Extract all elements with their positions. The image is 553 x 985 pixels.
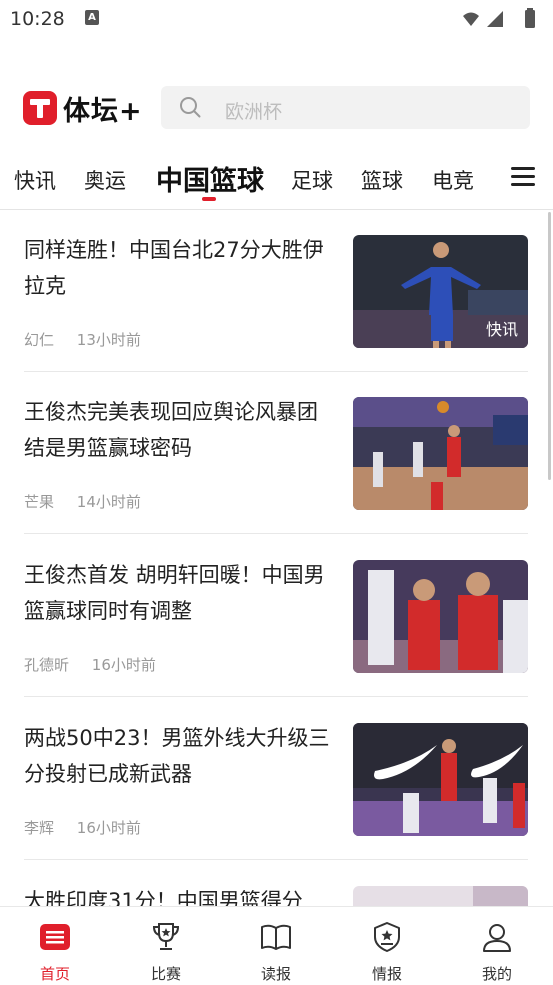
- menu-icon[interactable]: [511, 167, 535, 187]
- nav-mine[interactable]: 我的: [442, 907, 552, 985]
- news-feed: 同样连胜！中国台北27分大胜伊拉克 幻仁 13小时前 快讯 王俊杰完美表现回应舆…: [0, 210, 553, 906]
- news-meta: 幻仁 13小时前: [24, 329, 141, 350]
- news-title: 同样连胜！中国台北27分大胜伊拉克: [24, 238, 324, 298]
- battery-icon: [525, 10, 535, 28]
- tab-aoyun[interactable]: 奥运: [84, 165, 126, 195]
- news-time: 13小时前: [76, 331, 141, 349]
- news-meta: 芒果 14小时前: [24, 491, 141, 512]
- search-placeholder: 欧洲杯: [225, 101, 283, 123]
- news-item[interactable]: 同样连胜！中国台北27分大胜伊拉克 幻仁 13小时前 快讯: [0, 210, 553, 372]
- nav-read-paper[interactable]: 读报: [221, 907, 331, 985]
- logo-icon: [23, 91, 57, 125]
- tab-esports[interactable]: 电竞: [432, 165, 474, 195]
- wifi-icon: [463, 12, 479, 26]
- news-time: 16小时前: [76, 819, 141, 837]
- bottom-nav: 首页 比赛 读报 情报 我的: [0, 906, 553, 985]
- news-thumbnail: 快讯: [353, 235, 528, 348]
- nav-home[interactable]: 首页: [0, 907, 110, 985]
- app-logo[interactable]: 体坛+: [23, 90, 143, 127]
- search-input[interactable]: 欧洲杯: [161, 86, 530, 129]
- news-badge: 快讯: [485, 320, 518, 339]
- news-item[interactable]: 王俊杰完美表现回应舆论风暴团结是男篮赢球密码 芒果 14小时前: [0, 372, 553, 534]
- badge-icon: [374, 922, 400, 952]
- tab-football[interactable]: 足球: [291, 165, 333, 195]
- news-time: 16小时前: [91, 656, 156, 674]
- news-item[interactable]: 王俊杰首发 胡明轩回暖！中国男篮赢球同时有调整 孔德昕 16小时前: [0, 535, 553, 697]
- nav-intel[interactable]: 情报: [332, 907, 442, 985]
- active-tab-indicator: [202, 197, 216, 201]
- news-author: 李辉: [24, 819, 55, 837]
- nav-label: 首页: [39, 965, 70, 983]
- search-icon: [180, 97, 201, 118]
- news-time: 14小时前: [76, 493, 141, 511]
- news-item[interactable]: 两战50中23！男篮外线大升级三分投射已成新武器 李辉 16小时前: [0, 698, 553, 860]
- signal-icon: [487, 11, 503, 27]
- nav-label: 读报: [260, 965, 291, 983]
- divider: [24, 533, 528, 534]
- news-thumbnail: [353, 560, 528, 673]
- news-title: 大胜印度31分！中国男篮得分: [24, 889, 303, 906]
- trophy-icon: [152, 923, 180, 950]
- status-time: 10:28: [10, 8, 65, 30]
- news-thumbnail: [353, 397, 528, 510]
- scrollbar[interactable]: [548, 212, 551, 480]
- book-icon: [261, 924, 291, 950]
- news-thumbnail: [353, 886, 528, 906]
- status-bar: 10:28 A: [0, 0, 553, 38]
- user-icon: [483, 924, 511, 952]
- news-icon: [40, 924, 70, 950]
- news-item[interactable]: 大胜印度31分！中国男篮得分: [0, 861, 553, 906]
- nav-label: 比赛: [150, 965, 181, 983]
- nav-label: 我的: [481, 965, 512, 983]
- a-icon: A: [85, 10, 99, 25]
- nav-label: 情报: [371, 965, 402, 983]
- logo-text: 体坛+: [63, 95, 143, 127]
- system-icons: [463, 8, 535, 28]
- tab-kuaixun[interactable]: 快讯: [14, 165, 56, 195]
- news-author: 孔德昕: [24, 656, 70, 674]
- news-title: 王俊杰完美表现回应舆论风暴团结是男篮赢球密码: [24, 400, 318, 460]
- category-tabs: 快讯 奥运 中国篮球 足球 篮球 电竞: [0, 150, 553, 208]
- nav-matches[interactable]: 比赛: [111, 907, 221, 985]
- news-meta: 李辉 16小时前: [24, 817, 141, 838]
- tab-basketball[interactable]: 篮球: [361, 165, 403, 195]
- news-meta: 孔德昕 16小时前: [24, 654, 156, 675]
- divider: [24, 859, 528, 860]
- tab-china-basketball[interactable]: 中国篮球: [156, 159, 264, 198]
- news-thumbnail: [353, 723, 528, 836]
- news-author: 幻仁: [24, 331, 55, 349]
- divider: [24, 696, 528, 697]
- news-title: 两战50中23！男篮外线大升级三分投射已成新武器: [24, 726, 330, 786]
- news-author: 芒果: [24, 493, 55, 511]
- news-title: 王俊杰首发 胡明轩回暖！中国男篮赢球同时有调整: [24, 563, 325, 623]
